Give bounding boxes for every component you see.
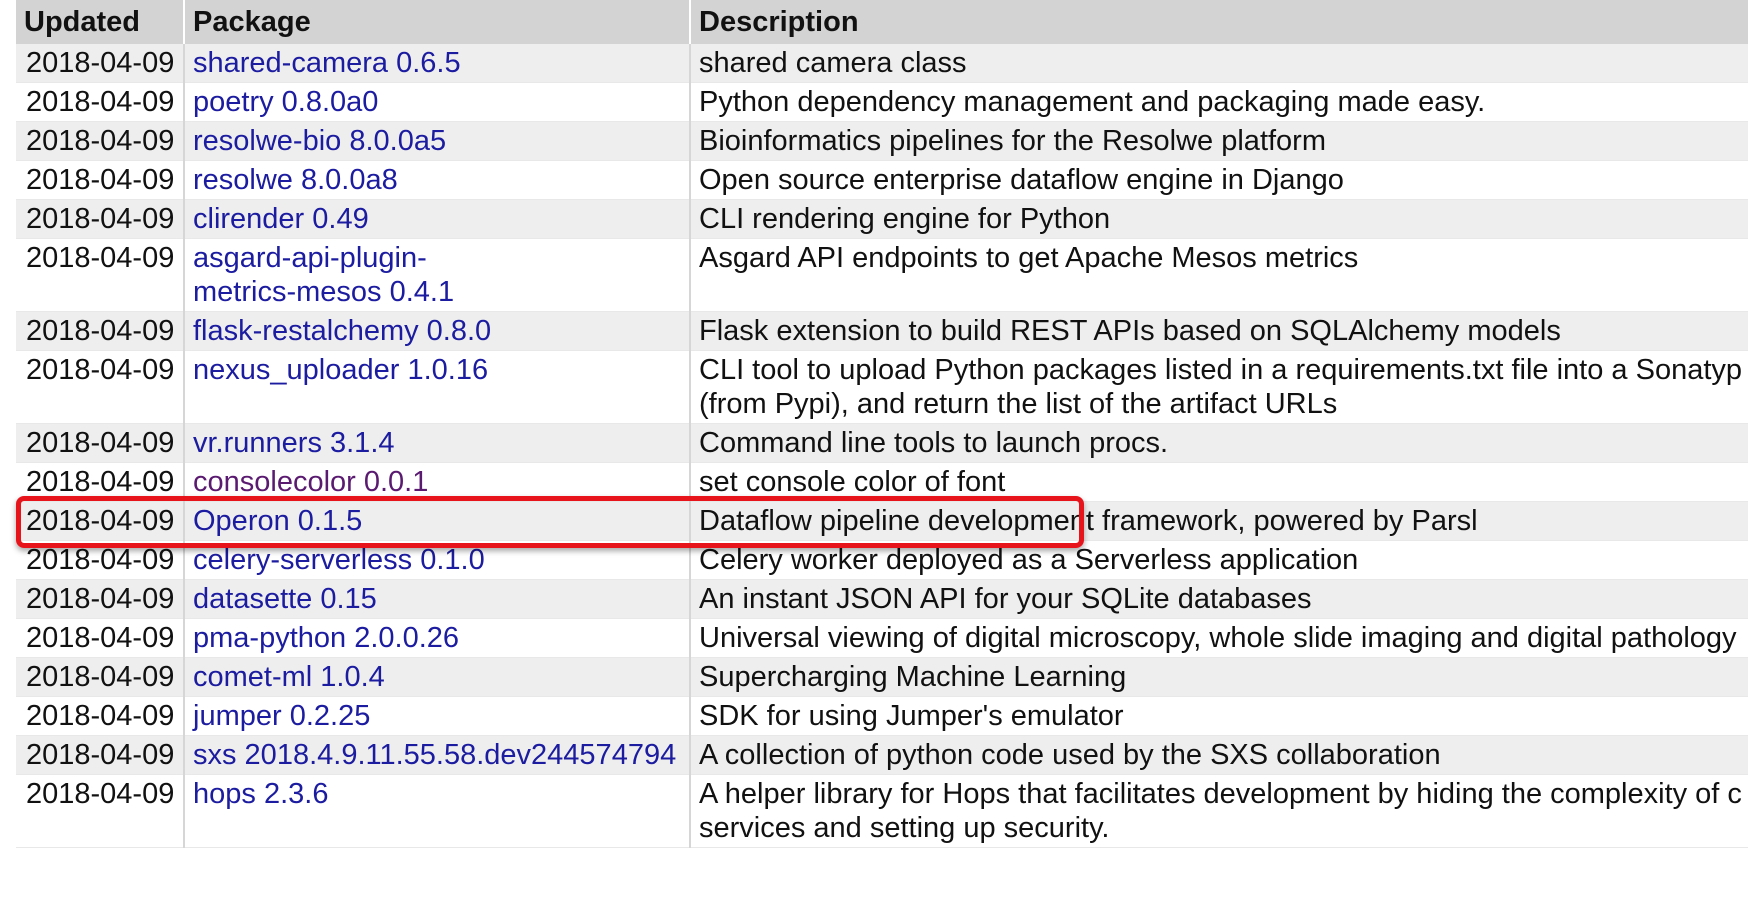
table-row: 2018-04-09 Operon 0.1.5 Dataflow pipelin… — [16, 501, 1748, 541]
package-cell: clirender 0.49 — [184, 199, 691, 239]
updated-date: 2018-04-09 — [16, 311, 185, 351]
header-package: Package — [184, 0, 691, 44]
package-updates-page: Updated Package Description 2018-04-09 s… — [0, 0, 1748, 904]
description-cell: Asgard API endpoints to get Apache Mesos… — [690, 238, 1748, 312]
table-header: Updated Package Description — [16, 0, 1748, 44]
description-cell: An instant JSON API for your SQLite data… — [690, 579, 1748, 619]
package-updates-table: Updated Package Description 2018-04-09 s… — [16, 0, 1748, 848]
table-row: 2018-04-09 hops 2.3.6 A helper library f… — [16, 774, 1748, 848]
description-cell: shared camera class — [690, 44, 1748, 83]
table-row: 2018-04-09 comet-ml 1.0.4 Supercharging … — [16, 657, 1748, 697]
package-cell: resolwe 8.0.0a8 — [184, 160, 691, 200]
updated-date: 2018-04-09 — [16, 774, 185, 848]
updated-date: 2018-04-09 — [16, 350, 185, 424]
description-cell: A helper library for Hops that facilitat… — [690, 774, 1748, 848]
table-row: 2018-04-09 jumper 0.2.25 SDK for using J… — [16, 696, 1748, 736]
header-row: Updated Package Description — [16, 0, 1748, 44]
table-row: 2018-04-09 clirender 0.49 CLI rendering … — [16, 199, 1748, 239]
table-row: 2018-04-09 pma-python 2.0.0.26 Universal… — [16, 618, 1748, 658]
updated-date: 2018-04-09 — [16, 44, 185, 83]
description-cell: Supercharging Machine Learning — [690, 657, 1748, 697]
description-cell: CLI tool to upload Python packages liste… — [690, 350, 1748, 424]
package-link[interactable]: datasette 0.15 — [193, 583, 377, 615]
updated-date: 2018-04-09 — [16, 696, 185, 736]
package-link[interactable]: Operon 0.1.5 — [193, 505, 362, 537]
updated-date: 2018-04-09 — [16, 735, 185, 775]
table-row: 2018-04-09 poetry 0.8.0a0 Python depende… — [16, 82, 1748, 122]
table-row: 2018-04-09 sxs 2018.4.9.11.55.58.dev2445… — [16, 735, 1748, 775]
table-row: 2018-04-09 celery-serverless 0.1.0 Celer… — [16, 540, 1748, 580]
table-row: 2018-04-09 vr.runners 3.1.4 Command line… — [16, 423, 1748, 463]
package-link[interactable]: hops 2.3.6 — [193, 778, 328, 810]
package-cell: jumper 0.2.25 — [184, 696, 691, 736]
table-row: 2018-04-09 nexus_uploader 1.0.16 CLI too… — [16, 350, 1748, 424]
package-cell: resolwe-bio 8.0.0a5 — [184, 121, 691, 161]
updated-date: 2018-04-09 — [16, 540, 185, 580]
table-row-highlighted: 2018-04-09 consolecolor 0.0.1 set consol… — [16, 462, 1748, 502]
package-link[interactable]: vr.runners 3.1.4 — [193, 427, 395, 459]
updated-date: 2018-04-09 — [16, 238, 185, 312]
description-cell: SDK for using Jumper's emulator — [690, 696, 1748, 736]
package-link[interactable]: celery-serverless 0.1.0 — [193, 544, 485, 576]
package-cell: datasette 0.15 — [184, 579, 691, 619]
updated-date: 2018-04-09 — [16, 82, 185, 122]
updated-date: 2018-04-09 — [16, 121, 185, 161]
package-link[interactable]: poetry 0.8.0a0 — [193, 86, 378, 118]
updated-date: 2018-04-09 — [16, 423, 185, 463]
package-cell: celery-serverless 0.1.0 — [184, 540, 691, 580]
table-row: 2018-04-09 asgard-api-plugin-metrics-mes… — [16, 238, 1748, 312]
description-cell: Bioinformatics pipelines for the Resolwe… — [690, 121, 1748, 161]
package-cell: hops 2.3.6 — [184, 774, 691, 848]
package-link[interactable]: asgard-api-plugin-metrics-mesos 0.4.1 — [193, 241, 513, 309]
table-row: 2018-04-09 datasette 0.15 An instant JSO… — [16, 579, 1748, 619]
table-row: 2018-04-09 shared-camera 0.6.5 shared ca… — [16, 44, 1748, 83]
package-link[interactable]: sxs 2018.4.9.11.55.58.dev244574794 — [193, 739, 676, 771]
description-cell: Flask extension to build REST APIs based… — [690, 311, 1748, 351]
package-link[interactable]: nexus_uploader 1.0.16 — [193, 354, 488, 386]
package-cell: Operon 0.1.5 — [184, 501, 691, 541]
updated-date: 2018-04-09 — [16, 501, 185, 541]
package-link[interactable]: shared-camera 0.6.5 — [193, 47, 461, 79]
updated-date: 2018-04-09 — [16, 462, 185, 502]
updated-date: 2018-04-09 — [16, 657, 185, 697]
package-link[interactable]: jumper 0.2.25 — [193, 700, 370, 732]
package-link[interactable]: comet-ml 1.0.4 — [193, 661, 385, 693]
package-link[interactable]: clirender 0.49 — [193, 203, 369, 235]
table-row: 2018-04-09 resolwe-bio 8.0.0a5 Bioinform… — [16, 121, 1748, 161]
package-link[interactable]: resolwe-bio 8.0.0a5 — [193, 125, 446, 157]
package-link[interactable]: pma-python 2.0.0.26 — [193, 622, 459, 654]
package-cell: sxs 2018.4.9.11.55.58.dev244574794 — [184, 735, 691, 775]
package-link[interactable]: resolwe 8.0.0a8 — [193, 164, 398, 196]
package-cell: pma-python 2.0.0.26 — [184, 618, 691, 658]
package-cell: poetry 0.8.0a0 — [184, 82, 691, 122]
description-cell: set console color of font — [690, 462, 1748, 502]
description-cell: Dataflow pipeline development framework,… — [690, 501, 1748, 541]
description-cell: Universal viewing of digital microscopy,… — [690, 618, 1748, 658]
package-cell: comet-ml 1.0.4 — [184, 657, 691, 697]
description-cell: Open source enterprise dataflow engine i… — [690, 160, 1748, 200]
package-link[interactable]: flask-restalchemy 0.8.0 — [193, 315, 491, 347]
package-cell: consolecolor 0.0.1 — [184, 462, 691, 502]
package-cell: nexus_uploader 1.0.16 — [184, 350, 691, 424]
description-cell: Celery worker deployed as a Serverless a… — [690, 540, 1748, 580]
updated-date: 2018-04-09 — [16, 160, 185, 200]
table-row: 2018-04-09 flask-restalchemy 0.8.0 Flask… — [16, 311, 1748, 351]
description-cell: CLI rendering engine for Python — [690, 199, 1748, 239]
description-cell: A collection of python code used by the … — [690, 735, 1748, 775]
header-description: Description — [690, 0, 1748, 44]
updated-date: 2018-04-09 — [16, 199, 185, 239]
updated-date: 2018-04-09 — [16, 579, 185, 619]
package-cell: asgard-api-plugin-metrics-mesos 0.4.1 — [184, 238, 691, 312]
package-link[interactable]: consolecolor 0.0.1 — [193, 466, 428, 498]
table-row: 2018-04-09 resolwe 8.0.0a8 Open source e… — [16, 160, 1748, 200]
header-updated: Updated — [16, 0, 185, 44]
package-cell: shared-camera 0.6.5 — [184, 44, 691, 83]
description-cell: Command line tools to launch procs. — [690, 423, 1748, 463]
table-body: 2018-04-09 shared-camera 0.6.5 shared ca… — [16, 44, 1748, 848]
package-cell: flask-restalchemy 0.8.0 — [184, 311, 691, 351]
description-cell: Python dependency management and packagi… — [690, 82, 1748, 122]
package-cell: vr.runners 3.1.4 — [184, 423, 691, 463]
updated-date: 2018-04-09 — [16, 618, 185, 658]
